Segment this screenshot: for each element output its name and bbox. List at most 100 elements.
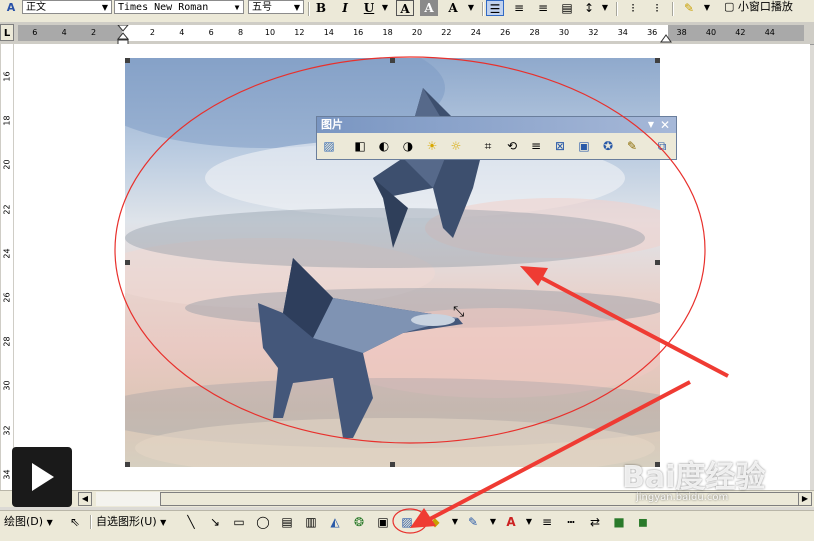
resize-handle[interactable] — [390, 462, 395, 467]
italic-button[interactable]: I — [336, 0, 354, 16]
set-transparent-icon[interactable]: ✎ — [623, 137, 641, 155]
tab-selector[interactable]: L — [0, 24, 14, 41]
diagram-icon[interactable]: ❂ — [350, 512, 368, 532]
chevron-down-icon[interactable]: ▼ — [698, 0, 716, 16]
ruler-tick-label: 16 — [353, 28, 364, 37]
dash-style-icon[interactable]: ┅ — [562, 512, 580, 532]
vertical-textbox-icon[interactable]: ▥ — [302, 512, 320, 532]
ruler-tick-label: 42 — [735, 28, 746, 37]
picture-toolbar-title[interactable]: 图片 ▼ ✕ — [317, 117, 676, 133]
arrow-icon[interactable]: ↘ — [206, 512, 224, 532]
less-contrast-icon[interactable]: ◑ — [399, 137, 417, 155]
ruler-tick-label: 36 — [647, 28, 658, 37]
ruler-tick-label: 4 — [179, 28, 185, 37]
distributed-icon[interactable]: ▤ — [558, 0, 576, 16]
chevron-down-icon[interactable]: ▼ — [648, 117, 654, 133]
rectangle-icon[interactable]: ▭ — [230, 512, 248, 532]
oval-icon[interactable]: ◯ — [254, 512, 272, 532]
lower-jet — [258, 258, 463, 438]
picture-toolbar-label: 图片 — [321, 118, 343, 131]
font-combo[interactable]: Times New Roman ▼ — [114, 0, 244, 14]
right-indent-marker-icon[interactable] — [660, 33, 672, 43]
bold-button[interactable]: B — [312, 0, 330, 16]
fill-color-icon[interactable]: ◆ — [426, 512, 444, 532]
autoshapes-menu[interactable]: 自选图形(U) ▼ — [96, 514, 166, 531]
align-center-icon[interactable]: ≡ — [510, 0, 528, 16]
select-objects-icon[interactable]: ⇖ — [66, 512, 84, 532]
chevron-down-icon[interactable]: ▼ — [520, 512, 538, 532]
highlight-marker-icon[interactable]: ✎ — [680, 0, 698, 16]
bullets-icon[interactable]: ⁝ — [648, 0, 666, 16]
vertical-ruler-tick-label: 22 — [2, 204, 12, 215]
3d-icon[interactable]: ◼ — [634, 512, 652, 532]
separator — [90, 515, 92, 529]
mini-window-button[interactable]: ▢ 小窗口播放 — [724, 0, 814, 16]
chevron-down-icon: ▼ — [46, 518, 53, 527]
draw-menu[interactable]: 绘图(D) ▼ — [4, 514, 53, 531]
highlight-button[interactable]: A — [420, 0, 438, 16]
insert-picture-icon[interactable]: ▨ — [398, 512, 416, 532]
style-value: 正文 — [26, 2, 46, 13]
format-picture-icon[interactable]: ✪ — [599, 137, 617, 155]
scroll-left-icon[interactable]: ◀ — [78, 492, 92, 506]
ruler-tick-label: 14 — [323, 28, 334, 37]
formatting-toolbar: A 正文 ▼ Times New Roman ▼ 五号 ▼ B I U ▼ A … — [0, 0, 814, 23]
text-wrap-icon[interactable]: ▣ — [575, 137, 593, 155]
resize-handle[interactable] — [655, 260, 660, 265]
window-icon: ▢ — [724, 0, 735, 13]
draw-menu-label: 绘图(D) — [4, 515, 44, 528]
resize-handle[interactable] — [125, 58, 130, 63]
line-style-icon[interactable]: ≡ — [538, 512, 556, 532]
chevron-down-icon[interactable]: ▼ — [462, 0, 480, 16]
color-icon[interactable]: ◧ — [351, 137, 369, 155]
styles-icon[interactable]: A — [2, 0, 20, 16]
ruler-tick-label: 26 — [500, 28, 511, 37]
ruler-tick-label: 40 — [705, 28, 717, 37]
reset-picture-icon[interactable]: ⧉ — [653, 137, 671, 155]
insert-picture-icon[interactable]: ▨ — [320, 137, 338, 155]
resize-handle[interactable] — [125, 260, 130, 265]
vertical-ruler-tick-label: 34 — [2, 469, 12, 480]
ruler-tick-label: 22 — [441, 28, 452, 37]
ruler-tick-label: 2 — [149, 28, 155, 37]
compress-icon[interactable]: ⊠ — [551, 137, 569, 155]
close-icon[interactable]: ✕ — [660, 117, 670, 133]
vertical-ruler-tick-label: 20 — [2, 159, 12, 170]
shadow-icon[interactable]: ■ — [610, 512, 628, 532]
play-icon — [32, 463, 54, 491]
chevron-down-icon[interactable]: ▼ — [376, 0, 394, 16]
less-brightness-icon[interactable]: ☼ — [447, 137, 465, 155]
arrow-style-icon[interactable]: ⇄ — [586, 512, 604, 532]
chevron-down-icon[interactable]: ▼ — [446, 512, 464, 532]
chevron-down-icon[interactable]: ▼ — [596, 0, 614, 16]
picture-toolbar[interactable]: 图片 ▼ ✕ ▨ ◧ ◐ ◑ ☀ ☼ ⌗ ⟲ ≡ ⊠ ▣ ✪ ✎ ⧉ — [316, 116, 677, 160]
resize-cursor-icon: ⤡ — [453, 304, 465, 320]
resize-handle[interactable] — [390, 58, 395, 63]
numbering-icon[interactable]: ⁝ — [624, 0, 642, 16]
align-right-icon[interactable]: ≡ — [534, 0, 552, 16]
ruler-tick-label: 6 — [208, 28, 214, 37]
font-color-icon[interactable]: A — [502, 512, 520, 532]
crop-icon[interactable]: ⌗ — [479, 137, 497, 155]
chevron-down-icon[interactable]: ▼ — [484, 512, 502, 532]
ruler-tick-label: 18 — [382, 28, 393, 37]
more-brightness-icon[interactable]: ☀ — [423, 137, 441, 155]
line-color-icon[interactable]: ✎ — [464, 512, 482, 532]
resize-handle[interactable] — [655, 58, 660, 63]
wordart-icon[interactable]: ◭ — [326, 512, 344, 532]
textbox-icon[interactable]: ▤ — [278, 512, 296, 532]
more-contrast-icon[interactable]: ◐ — [375, 137, 393, 155]
line-style-icon[interactable]: ≡ — [527, 137, 545, 155]
style-combo[interactable]: 正文 ▼ — [22, 0, 112, 14]
line-icon[interactable]: ╲ — [182, 512, 200, 532]
vertical-ruler-tick-label: 16 — [2, 71, 12, 82]
char-scale-button[interactable]: A — [444, 0, 462, 16]
resize-handle[interactable] — [125, 462, 130, 467]
separator — [672, 2, 674, 16]
rotate-icon[interactable]: ⟲ — [503, 137, 521, 155]
align-justify-icon[interactable]: ☰ — [486, 0, 504, 16]
ruler-tick-label: 44 — [764, 28, 775, 37]
font-color-button[interactable]: A — [396, 0, 414, 16]
size-combo[interactable]: 五号 ▼ — [248, 0, 304, 14]
clipart-icon[interactable]: ▣ — [374, 512, 392, 532]
